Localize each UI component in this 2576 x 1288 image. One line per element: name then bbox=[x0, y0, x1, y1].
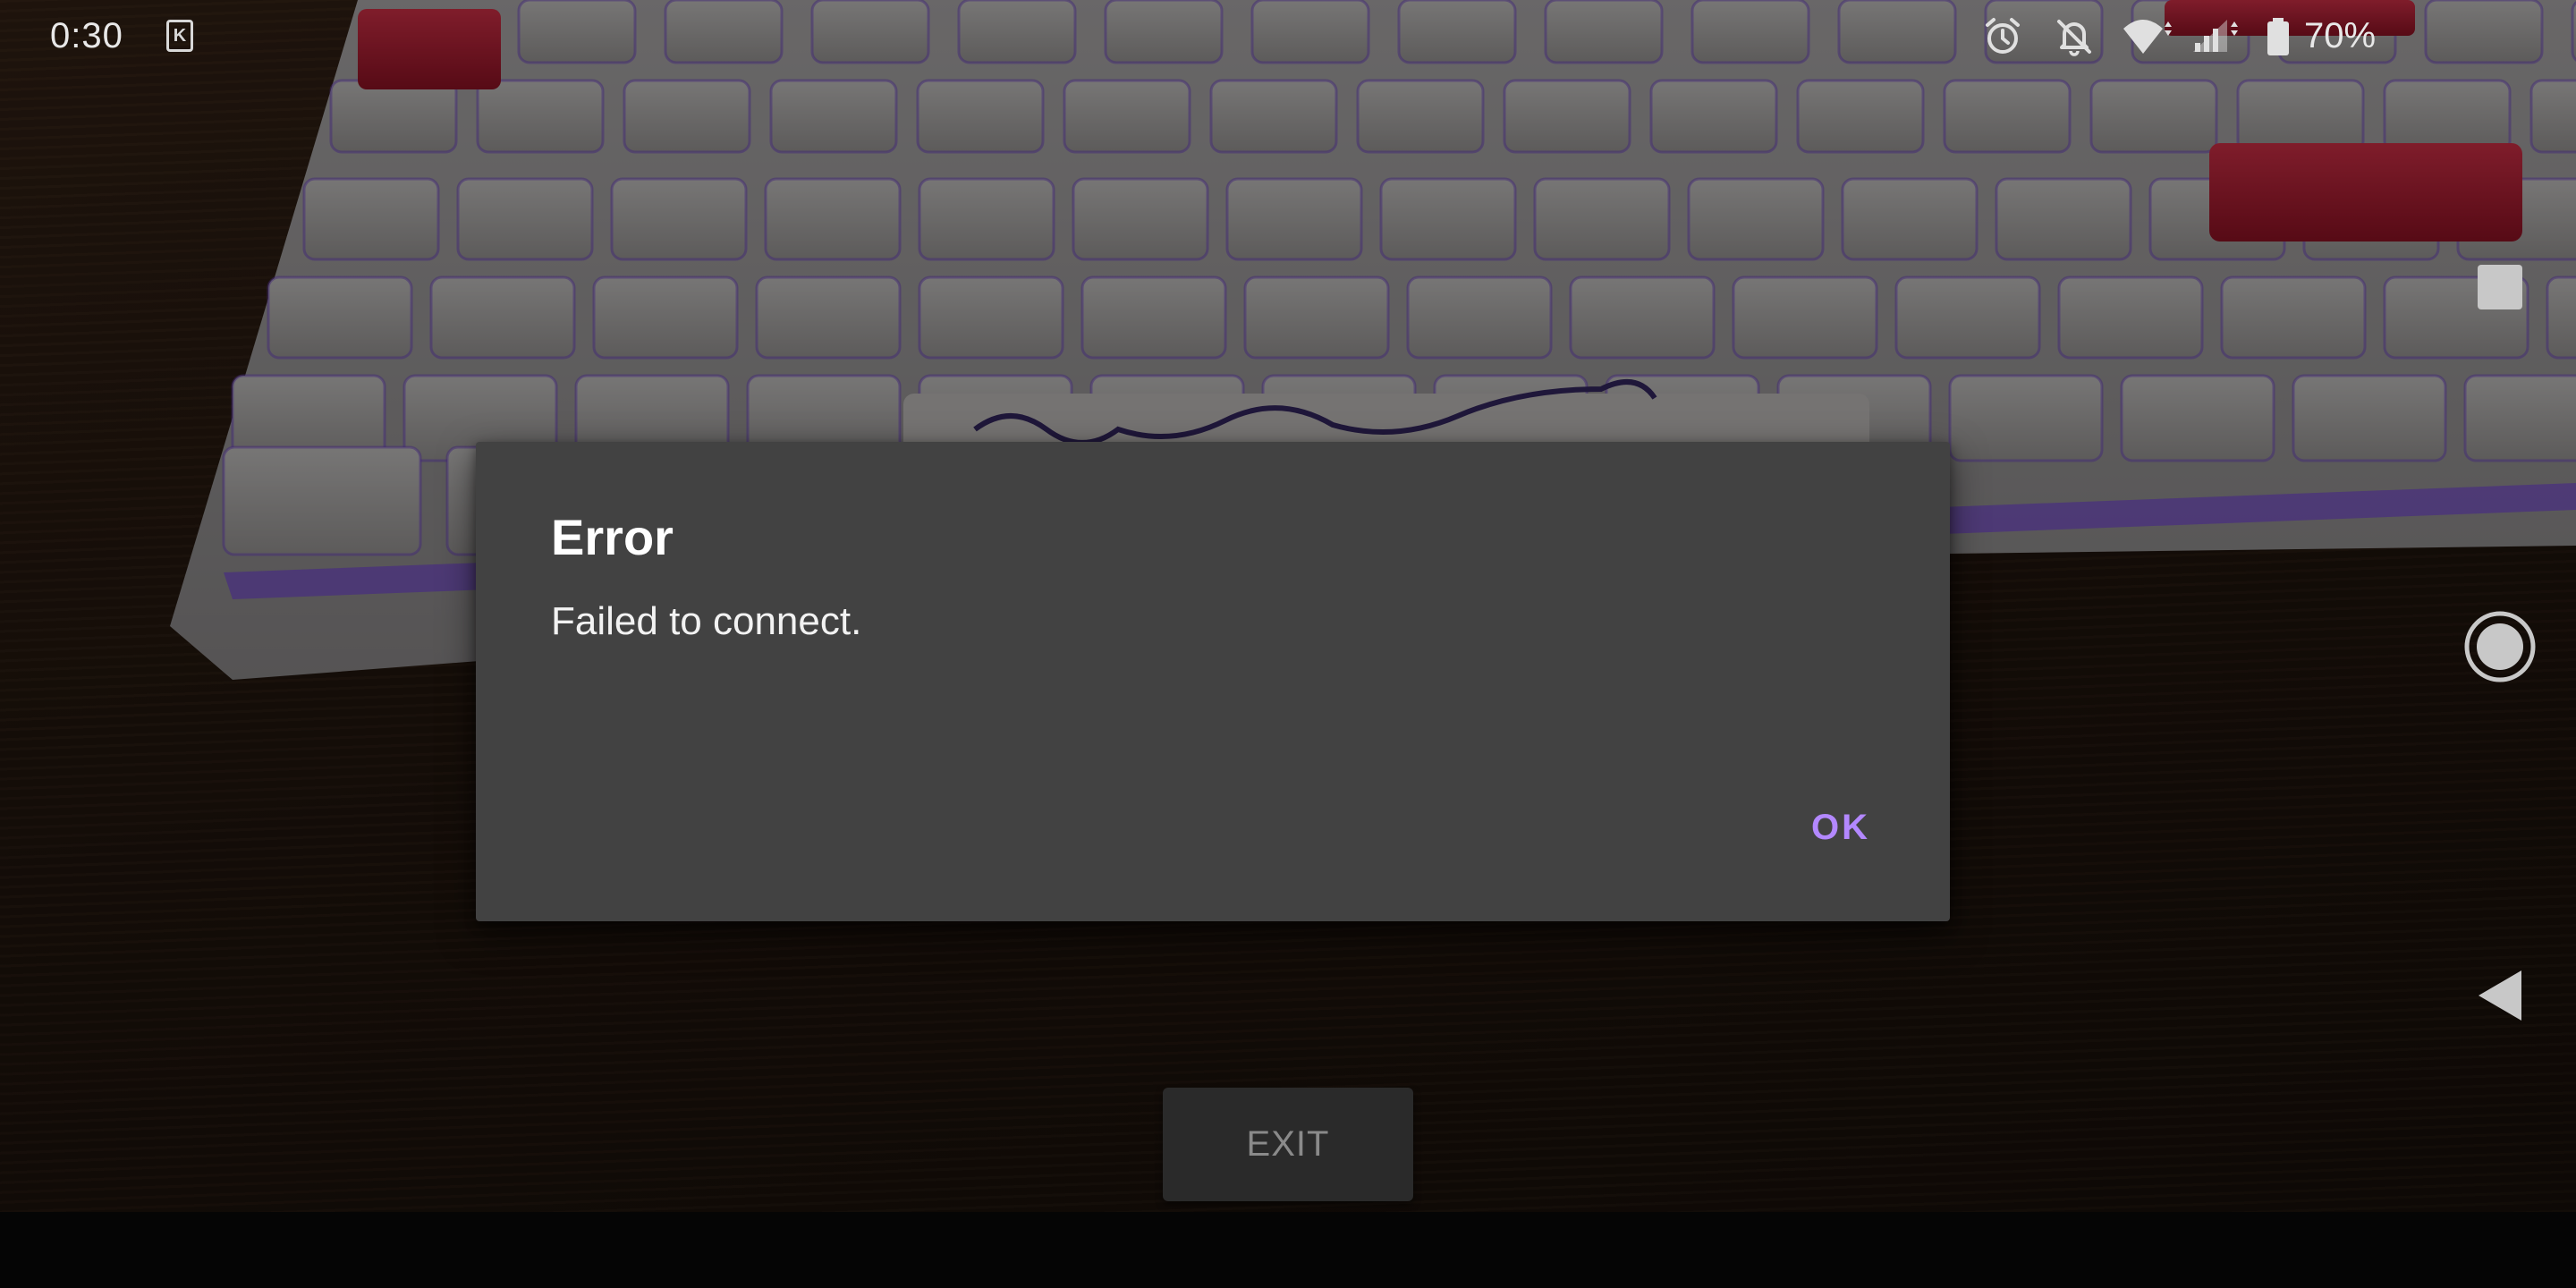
triangle-back-icon bbox=[2475, 969, 2525, 1027]
exit-button[interactable]: EXIT bbox=[1163, 1088, 1413, 1201]
wifi-icon bbox=[2122, 16, 2175, 62]
status-clock: 0:30 bbox=[50, 16, 123, 55]
alarm-icon bbox=[1982, 16, 2023, 62]
circle-icon bbox=[2463, 610, 2537, 688]
home-button[interactable] bbox=[2460, 608, 2540, 689]
error-dialog: Error Failed to connect. OK bbox=[476, 442, 1950, 921]
status-bar: 0:30 K 70% bbox=[0, 0, 2576, 75]
cell-signal-icon bbox=[2188, 16, 2241, 62]
android-screen: 0:30 K 70% EXIT Error Failed to connect.… bbox=[0, 0, 2576, 1288]
dialog-title: Error bbox=[551, 509, 674, 565]
notification-app-icon: K bbox=[166, 20, 193, 52]
notifications-off-icon bbox=[2054, 16, 2095, 62]
bottom-bar bbox=[0, 1212, 2576, 1288]
recents-button[interactable] bbox=[2469, 258, 2531, 320]
square-icon bbox=[2475, 262, 2525, 317]
dialog-message: Failed to connect. bbox=[551, 599, 862, 643]
battery-percent: 70% bbox=[2304, 16, 2377, 55]
ok-button[interactable]: OK bbox=[1769, 787, 1912, 868]
battery-icon bbox=[2265, 16, 2292, 62]
back-button[interactable] bbox=[2469, 966, 2531, 1029]
